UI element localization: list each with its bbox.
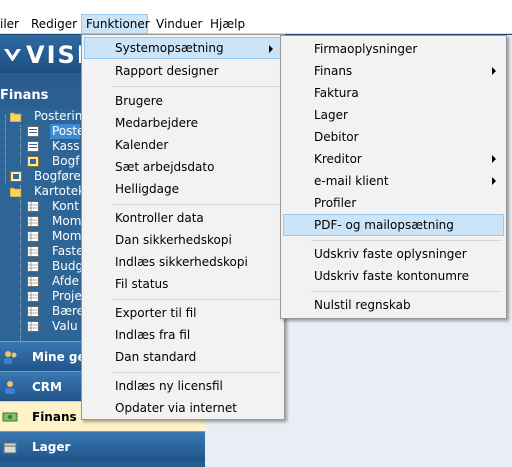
menu-item-fil-status[interactable]: Fil status xyxy=(84,273,282,295)
folder-open-icon xyxy=(10,112,22,122)
menu-item-rapport-designer[interactable]: Rapport designer xyxy=(84,60,282,82)
submenu-item-lager[interactable]: Lager xyxy=(283,104,504,126)
menu-item-indlaes-fra-fil[interactable]: Indlæs fra fil xyxy=(84,324,282,346)
menu-vinduer[interactable]: Vinduer xyxy=(152,14,206,34)
menu-separator xyxy=(112,299,280,300)
menu-item-brugere[interactable]: Brugere xyxy=(84,90,282,112)
tree-item-projekt[interactable]: Proje xyxy=(52,289,82,304)
money-icon xyxy=(2,412,18,422)
menu-item-indlaes-ny-licensfil[interactable]: Indlæs ny licensfil xyxy=(84,375,282,397)
menu-item-kalender[interactable]: Kalender xyxy=(84,134,282,156)
tree-item-kasse[interactable]: Kass xyxy=(52,139,80,154)
submenu-arrow-icon xyxy=(492,67,496,75)
menu-separator xyxy=(311,240,502,241)
tree-item-afdeling[interactable]: Afde xyxy=(52,274,79,289)
menu-hjaelp[interactable]: Hjælp xyxy=(206,14,249,34)
tree-item-valuta[interactable]: Valu xyxy=(52,319,78,334)
menu-item-medarbejdere[interactable]: Medarbejdere xyxy=(84,112,282,134)
tree-item-poste[interactable]: Poste xyxy=(50,124,85,139)
grid-icon xyxy=(27,246,39,257)
menu-item-systemopsaetning[interactable]: Systemopsætning xyxy=(84,37,282,59)
person-icon xyxy=(5,381,15,394)
menu-item-kontroller-data[interactable]: Kontroller data xyxy=(84,207,282,229)
tree-line xyxy=(20,125,21,165)
tree-item-baerer[interactable]: Bære xyxy=(52,304,84,319)
nav-lager[interactable]: Lager xyxy=(0,431,205,461)
book-icon xyxy=(10,171,22,182)
brand-mark-icon xyxy=(4,49,21,61)
grid-icon xyxy=(27,231,39,242)
menu-bar: iler Rediger Funktioner Vinduer Hjælp xyxy=(0,0,512,34)
grid-icon xyxy=(27,216,39,227)
menu-funktioner[interactable]: Funktioner xyxy=(81,14,150,34)
submenu-item-email-klient[interactable]: e-mail klient xyxy=(283,170,504,192)
menu-item-label: Systemopsætning xyxy=(115,41,224,55)
box-icon xyxy=(3,442,17,454)
menu-rediger[interactable]: Rediger xyxy=(27,14,81,34)
submenu-item-profiler[interactable]: Profiler xyxy=(283,192,504,214)
submenu-arrow-icon xyxy=(269,45,273,53)
nav-label: Finans xyxy=(32,410,77,424)
submenu-item-debitor[interactable]: Debitor xyxy=(283,126,504,148)
menu-item-label: Finans xyxy=(314,64,353,78)
funktioner-menu: Systemopsætning Rapport designer Brugere… xyxy=(81,34,285,420)
menu-separator xyxy=(311,291,502,292)
submenu-item-udskriv-faste-kontonumre[interactable]: Udskriv faste kontonumre xyxy=(283,265,504,287)
menu-item-dan-standard[interactable]: Dan standard xyxy=(84,346,282,368)
menu-item-dan-sikkerhedskopi[interactable]: Dan sikkerhedskopi xyxy=(84,229,282,251)
systemopsaetning-submenu: Firmaoplysninger Finans Faktura Lager De… xyxy=(280,35,507,319)
book-icon xyxy=(27,156,39,167)
menu-separator xyxy=(112,204,280,205)
submenu-item-udskriv-faste-oplysninger[interactable]: Udskriv faste oplysninger xyxy=(283,243,504,265)
tree-item-moms-2[interactable]: Mom xyxy=(52,229,81,244)
menu-item-label: e-mail klient xyxy=(314,174,389,188)
journal-icon xyxy=(27,141,39,152)
tree-item-posteringer[interactable]: Posterin xyxy=(34,109,82,124)
submenu-item-firmaoplysninger[interactable]: Firmaoplysninger xyxy=(283,38,504,60)
submenu-item-nulstil-regnskab[interactable]: Nulstil regnskab xyxy=(283,294,504,316)
submenu-item-faktura[interactable]: Faktura xyxy=(283,82,504,104)
tree-item-faste[interactable]: Faste xyxy=(52,244,84,259)
journal-icon xyxy=(27,126,39,137)
tree-item-bogf[interactable]: Bogf xyxy=(52,154,79,169)
nav-label: Lager xyxy=(32,440,71,454)
tree-line xyxy=(20,185,21,353)
grid-icon xyxy=(27,261,39,272)
submenu-arrow-icon xyxy=(492,177,496,185)
menu-item-helligdage[interactable]: Helligdage xyxy=(84,178,282,200)
folder-open-icon xyxy=(10,187,22,197)
menu-separator xyxy=(112,372,280,373)
menu-filer[interactable]: iler xyxy=(0,14,23,34)
tree-item-budget[interactable]: Budg xyxy=(52,259,83,274)
grid-icon xyxy=(27,201,39,212)
grid-icon xyxy=(27,291,39,302)
submenu-item-kreditor[interactable]: Kreditor xyxy=(283,148,504,170)
menu-separator xyxy=(112,86,280,87)
menu-item-opdater-via-internet[interactable]: Opdater via internet xyxy=(84,397,282,419)
nav-label: CRM xyxy=(32,380,62,394)
tree-item-moms-1[interactable]: Mom xyxy=(52,214,81,229)
menu-item-exporter-til-fil[interactable]: Exporter til fil xyxy=(84,302,282,324)
tree-line xyxy=(5,115,6,183)
menu-item-indlaes-sikkerhedskopi[interactable]: Indlæs sikkerhedskopi xyxy=(84,251,282,273)
tree-item-bogfoere[interactable]: Bogføre xyxy=(34,169,81,184)
submenu-item-finans[interactable]: Finans xyxy=(283,60,504,82)
tree-item-konto[interactable]: Kont xyxy=(52,199,79,214)
grid-icon xyxy=(27,276,39,287)
people-icon xyxy=(4,351,17,364)
tree-item-kartotek[interactable]: Kartotek xyxy=(34,184,85,199)
submenu-arrow-icon xyxy=(492,155,496,163)
menu-item-saet-arbejdsdato[interactable]: Sæt arbejdsdato xyxy=(84,156,282,178)
submenu-item-pdf-og-mailopsaetning[interactable]: PDF- og mailopsætning xyxy=(283,214,504,236)
grid-icon xyxy=(27,306,39,317)
menu-item-label: Kreditor xyxy=(314,152,362,166)
grid-icon xyxy=(27,321,39,332)
